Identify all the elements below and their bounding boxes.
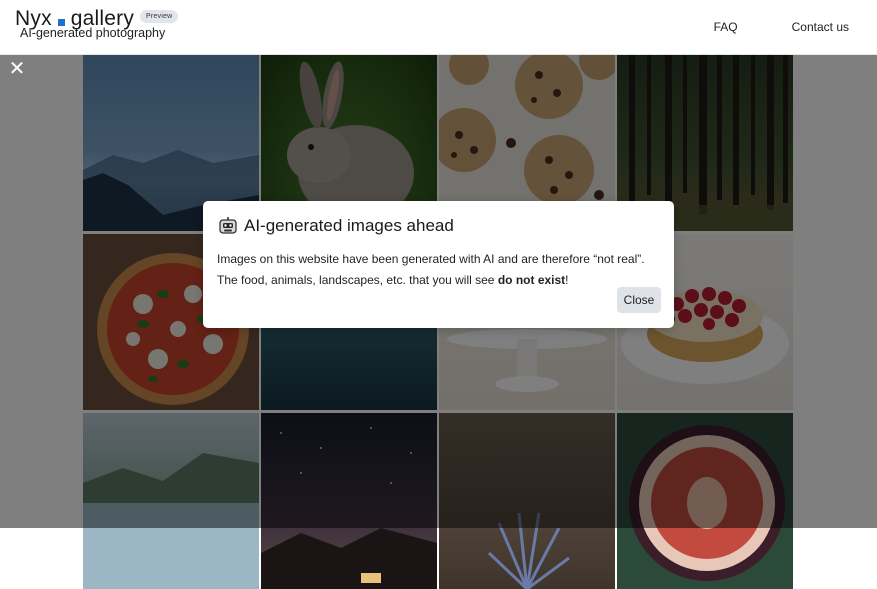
modal-close-button[interactable]: Close	[617, 287, 661, 313]
site-header: Nyx gallery Preview AI-generated photogr…	[0, 0, 877, 55]
modal-title: AI-generated images ahead	[218, 216, 454, 236]
modal-body-line2: The food, animals, landscapes, etc. that…	[217, 270, 662, 291]
top-nav: FAQ Contact us	[714, 20, 849, 34]
brand-dot-icon	[57, 19, 65, 26]
ai-notice-modal: AI-generated images ahead Images on this…	[203, 201, 674, 328]
robot-icon	[219, 217, 237, 234]
modal-body-line1: Images on this website have been generat…	[217, 252, 645, 266]
modal-body-emphasis: do not exist	[497, 273, 566, 287]
nav-faq-link[interactable]: FAQ	[714, 20, 738, 34]
modal-title-text: AI-generated images ahead	[244, 216, 454, 235]
modal-body: Images on this website have been generat…	[217, 249, 662, 291]
close-icon[interactable]: ✕	[8, 59, 26, 79]
nav-contact-link[interactable]: Contact us	[792, 20, 849, 34]
preview-badge: Preview	[140, 9, 179, 23]
brand-subtitle: AI-generated photography	[20, 26, 166, 40]
modal-body-line2-suffix: !	[565, 273, 569, 287]
modal-body-line2-prefix: The food, animals, landscapes, etc. that…	[217, 273, 498, 287]
